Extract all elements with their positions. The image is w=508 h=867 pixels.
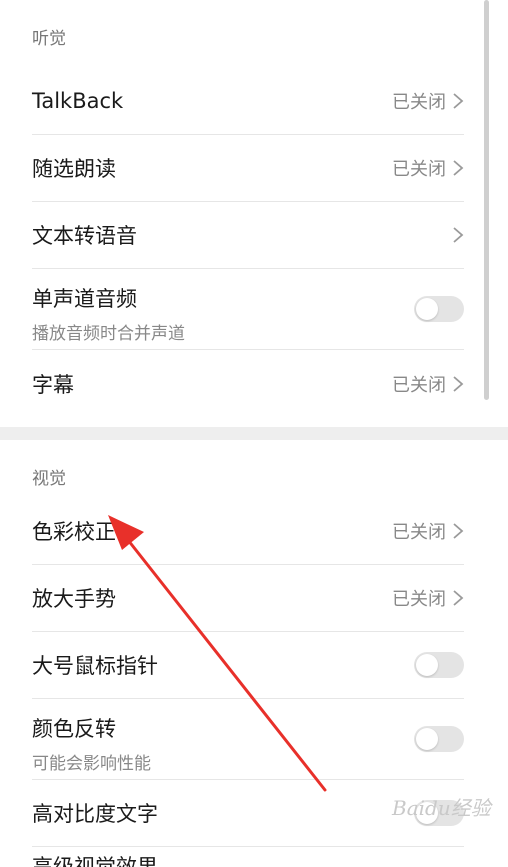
setting-status: 已关闭 <box>392 92 446 113</box>
setting-select-to-speak[interactable]: 随选朗读 已关闭 <box>32 135 464 202</box>
chevron-right-icon <box>453 160 464 176</box>
setting-magnification-gestures[interactable]: 放大手势 已关闭 <box>32 565 464 632</box>
chevron-right-icon <box>453 523 464 539</box>
setting-title: 放大手势 <box>32 587 116 611</box>
setting-advanced-visual[interactable]: 高级视觉效果 <box>32 847 464 867</box>
setting-color-correction[interactable]: 色彩校正 已关闭 <box>32 498 464 565</box>
setting-title: 高对比度文字 <box>32 802 158 826</box>
setting-status: 已关闭 <box>392 159 446 180</box>
setting-title: 随选朗读 <box>32 157 116 181</box>
setting-title: 高级视觉效果 <box>32 855 158 867</box>
chevron-right-icon <box>453 590 464 606</box>
large-pointer-toggle[interactable] <box>414 652 464 678</box>
setting-subtitle: 可能会影响性能 <box>32 754 151 774</box>
chevron-right-icon <box>453 227 464 243</box>
section-divider <box>0 427 508 440</box>
setting-title: 大号鼠标指针 <box>32 654 158 678</box>
setting-title: 单声道音频 <box>32 287 137 311</box>
setting-color-inversion[interactable]: 颜色反转 可能会影响性能 <box>32 699 464 780</box>
setting-title: 文本转语音 <box>32 224 137 248</box>
toggle-knob <box>416 298 438 320</box>
watermark: Baidu经验 <box>392 796 491 820</box>
mono-audio-toggle[interactable] <box>414 296 464 322</box>
toggle-knob <box>416 654 438 676</box>
chevron-right-icon <box>453 93 464 109</box>
scrollbar[interactable] <box>484 0 489 400</box>
setting-title: 颜色反转 <box>32 717 116 741</box>
toggle-knob <box>416 728 438 750</box>
setting-text-to-speech[interactable]: 文本转语音 <box>32 202 464 269</box>
hearing-section: 听觉 TalkBack 已关闭 随选朗读 已关闭 文本转语音 单声道音频 播放音… <box>0 0 508 417</box>
setting-title: 色彩校正 <box>32 520 116 544</box>
color-inversion-toggle[interactable] <box>414 726 464 752</box>
setting-large-mouse-pointer[interactable]: 大号鼠标指针 <box>32 632 464 699</box>
setting-title: 字幕 <box>32 372 74 397</box>
setting-captions[interactable]: 字幕 已关闭 <box>32 350 464 417</box>
section-header-hearing: 听觉 <box>32 29 66 49</box>
setting-status: 已关闭 <box>392 589 446 610</box>
setting-talkback[interactable]: TalkBack 已关闭 <box>32 68 464 135</box>
setting-mono-audio[interactable]: 单声道音频 播放音频时合并声道 <box>32 269 464 350</box>
section-header-vision: 视觉 <box>32 469 66 489</box>
setting-status: 已关闭 <box>392 374 446 396</box>
setting-status: 已关闭 <box>392 522 446 543</box>
setting-subtitle: 播放音频时合并声道 <box>32 324 185 344</box>
chevron-right-icon <box>453 375 464 392</box>
setting-title: TalkBack <box>32 89 124 113</box>
